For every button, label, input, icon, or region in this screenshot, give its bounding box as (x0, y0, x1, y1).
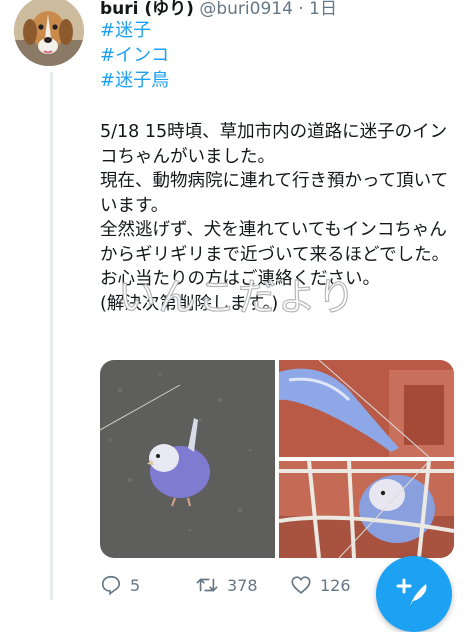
display-name[interactable]: buri (ゆり) (100, 0, 194, 19)
tweet-header: buri (ゆり) @buri0914 · 1日 (100, 0, 337, 19)
retweet-count: 378 (227, 575, 258, 595)
hashtag-link[interactable]: #迷子 (100, 18, 169, 43)
photo-budgie-on-road[interactable] (100, 360, 275, 558)
hashtag-link[interactable]: #インコ (100, 43, 169, 68)
budgie-road-image (100, 360, 275, 558)
photo-budgie-in-cage[interactable] (279, 461, 454, 558)
tweet-actions: 5 378 126 (100, 570, 400, 600)
hashtag-list: #迷子 #インコ #迷子鳥 (100, 18, 169, 93)
photo-budgie-wing[interactable] (279, 360, 454, 457)
watermark-text: いんこだより (117, 274, 358, 319)
tweet-time[interactable]: 1日 (309, 0, 337, 19)
media-grid (100, 360, 454, 558)
like-icon (291, 576, 311, 594)
like-button[interactable]: 126 (290, 574, 351, 596)
avatar[interactable] (14, 0, 84, 66)
like-count: 126 (320, 575, 351, 595)
thread-line (50, 72, 53, 600)
budgie-wing-image (279, 360, 454, 457)
separator-dot: · (298, 0, 304, 19)
hashtag-link[interactable]: #迷子鳥 (100, 68, 169, 93)
reply-icon (101, 575, 121, 596)
compose-tweet-icon (396, 578, 427, 606)
reply-button[interactable]: 5 (100, 574, 140, 596)
budgie-cage-image (279, 461, 454, 558)
retweet-icon (196, 578, 218, 592)
dog-avatar-image (14, 0, 84, 66)
reply-count: 5 (130, 575, 141, 595)
retweet-button[interactable]: 378 (195, 574, 258, 596)
user-handle[interactable]: @buri0914 (199, 0, 293, 19)
compose-tweet-button[interactable] (376, 556, 452, 632)
